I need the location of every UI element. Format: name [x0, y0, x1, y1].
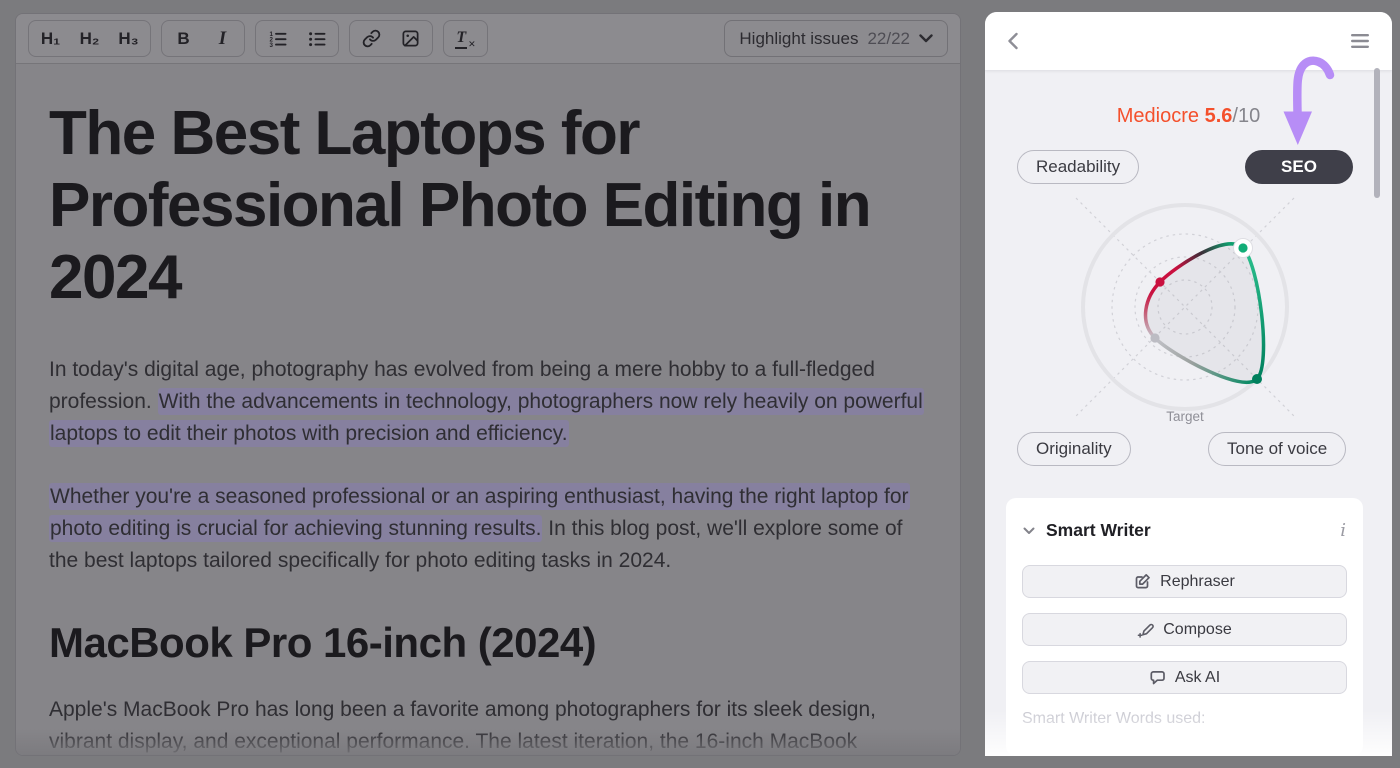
heading1-button[interactable]: H₁ — [31, 22, 70, 55]
hamburger-icon — [1350, 33, 1370, 49]
readability-point — [1155, 277, 1164, 286]
link-icon — [362, 29, 381, 48]
document-content[interactable]: The Best Laptops for Professional Photo … — [16, 64, 960, 756]
unordered-list-icon — [307, 29, 327, 49]
tone-of-voice-point — [1252, 374, 1262, 384]
highlight-issues-dropdown[interactable]: Highlight issues 22/22 — [724, 20, 948, 57]
style-button-group: B I — [161, 20, 245, 57]
smart-writer-title: Smart Writer — [1046, 520, 1151, 541]
score-value: 5.6 — [1205, 105, 1233, 127]
score-max: /10 — [1232, 105, 1260, 127]
target-label: Target — [1166, 409, 1204, 424]
score-radar-gauge: Target — [1025, 195, 1345, 430]
heading-button-group: H₁ H₂ H₃ — [28, 20, 151, 57]
unordered-list-button[interactable] — [297, 22, 336, 55]
overall-score: Mediocre 5.6/10 — [985, 105, 1392, 128]
heading3-button[interactable]: H₃ — [109, 22, 148, 55]
document-title: The Best Laptops for Professional Photo … — [49, 98, 927, 314]
seo-point-selected — [1234, 239, 1253, 258]
tab-seo[interactable]: SEO — [1245, 150, 1353, 184]
rephraser-icon — [1134, 573, 1151, 590]
insert-button-group — [349, 20, 433, 57]
image-icon — [401, 29, 420, 48]
highlighted-sentence: With the advancements in technology, pho… — [49, 388, 924, 447]
paragraph-3: Apple's MacBook Pro has long been a favo… — [49, 694, 927, 756]
text-editor[interactable]: H₁ H₂ H₃ B I 123 — [15, 13, 961, 756]
tab-readability[interactable]: Readability — [1017, 150, 1139, 184]
compose-button[interactable]: Compose — [1022, 613, 1347, 646]
tab-originality[interactable]: Originality — [1017, 432, 1131, 466]
clear-formatting-button[interactable]: T✕ — [446, 22, 485, 55]
panel-header — [985, 12, 1392, 70]
bold-button[interactable]: B — [164, 22, 203, 55]
score-blob-fill — [1146, 244, 1264, 382]
image-button[interactable] — [391, 22, 430, 55]
menu-button[interactable] — [1350, 33, 1370, 49]
ask-ai-button[interactable]: Ask AI — [1022, 661, 1347, 694]
editor-toolbar: H₁ H₂ H₃ B I 123 — [16, 14, 960, 64]
clear-format-group: T✕ — [443, 20, 488, 57]
link-button[interactable] — [352, 22, 391, 55]
document-heading-2: MacBook Pro 16-inch (2024) — [49, 619, 927, 667]
highlight-issues-count: 22/22 — [867, 29, 910, 49]
chevron-left-icon — [1007, 32, 1019, 50]
tab-tone-of-voice[interactable]: Tone of voice — [1208, 432, 1346, 466]
paragraph-2: Whether you're a seasoned professional o… — [49, 481, 927, 577]
italic-button[interactable]: I — [203, 22, 242, 55]
rephraser-button[interactable]: Rephraser — [1022, 565, 1347, 598]
smart-writer-card: Smart Writer i Rephraser Compose Ask AI … — [1006, 498, 1363, 756]
compose-icon — [1137, 621, 1154, 638]
chat-bubble-icon — [1149, 669, 1166, 686]
clear-formatting-icon: T✕ — [455, 27, 475, 50]
chevron-down-icon — [1023, 527, 1035, 535]
heading2-button[interactable]: H₂ — [70, 22, 109, 55]
back-button[interactable] — [1007, 32, 1019, 50]
smart-writer-header[interactable]: Smart Writer i — [1006, 498, 1363, 541]
panel-scrollbar[interactable] — [1374, 68, 1380, 198]
ordered-list-button[interactable]: 123 — [258, 22, 297, 55]
ordered-list-icon: 123 — [268, 29, 288, 49]
words-used-label: Smart Writer Words used: — [1022, 710, 1347, 728]
score-rating-label: Mediocre — [1117, 105, 1199, 127]
paragraph-1: In today's digital age, photography has … — [49, 354, 927, 450]
seo-assistant-panel: Mediocre 5.6/10 Readability SEO Original… — [985, 12, 1392, 756]
highlight-issues-label: Highlight issues — [739, 29, 858, 49]
originality-point — [1150, 333, 1159, 342]
svg-text:3: 3 — [269, 42, 273, 49]
chevron-down-icon — [919, 34, 933, 43]
info-icon[interactable]: i — [1340, 522, 1346, 540]
list-button-group: 123 — [255, 20, 339, 57]
